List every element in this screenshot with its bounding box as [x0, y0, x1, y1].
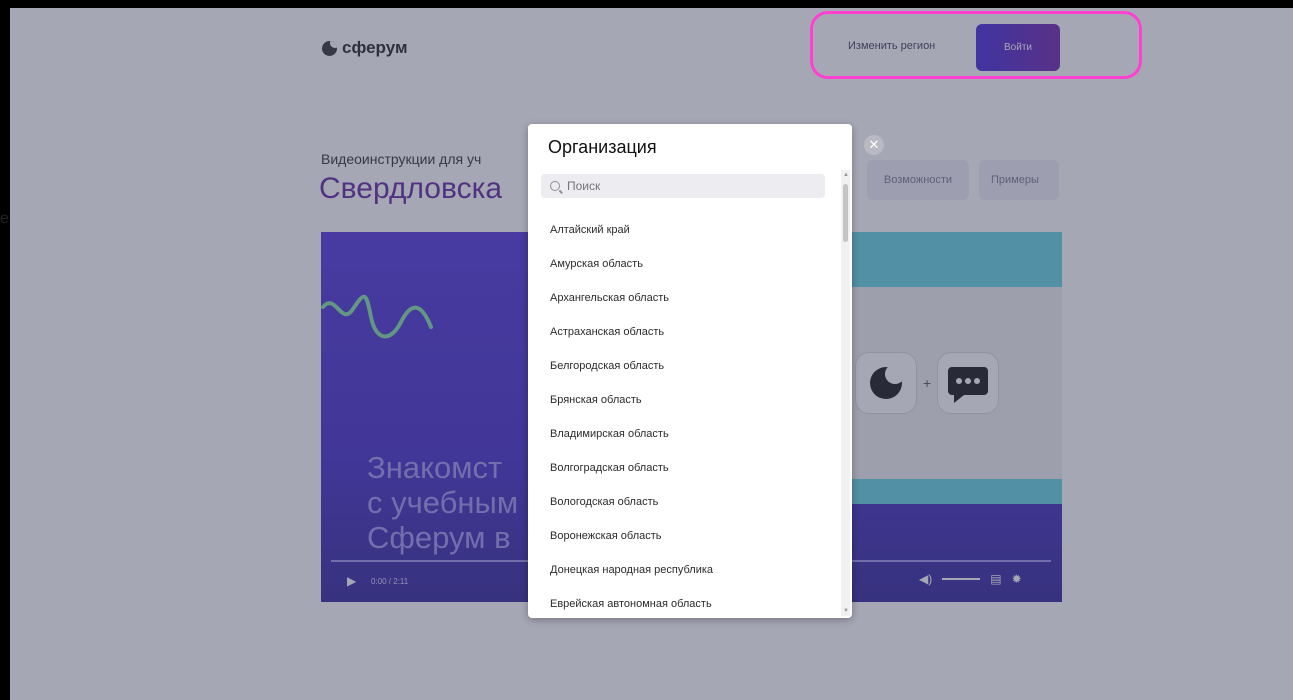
organization-modal: Организация Алтайский крайАмурская облас… [528, 124, 852, 618]
list-item[interactable]: Вологодская область [528, 486, 840, 520]
search-box[interactable] [541, 174, 825, 198]
close-icon[interactable]: ✕ [864, 135, 884, 155]
list-item[interactable]: Амурская область [528, 248, 840, 282]
region-list: Алтайский край Амурская область Архангельс… [528, 214, 840, 618]
scroll-thumb[interactable] [843, 184, 848, 242]
search-input[interactable] [567, 179, 807, 193]
search-icon [550, 181, 560, 191]
list-item[interactable]: Владимирская область [528, 418, 840, 452]
list-item[interactable]: Воронежская область [528, 520, 840, 554]
list-item[interactable]: Белгородская область [528, 350, 840, 384]
stray-text: е [0, 210, 9, 227]
modal-title: Организация [548, 137, 657, 157]
browser-viewport: сферум Изменить регион Войти Видеоинстру… [10, 8, 1293, 700]
list-item[interactable]: Алтайский край [528, 214, 840, 248]
list-item[interactable]: Архангельская область [528, 282, 840, 316]
list-item[interactable]: Волгоградская область [528, 452, 840, 486]
list-item[interactable]: Брянская область [528, 384, 840, 418]
list-item[interactable]: Астраханская область [528, 316, 840, 350]
list-item[interactable]: Донецкая народная республика [528, 554, 840, 588]
scroll-down-icon[interactable]: ▼ [843, 608, 849, 614]
list-item[interactable]: Еврейская автономная область [528, 588, 840, 618]
list-scrollbar[interactable]: ▲ ▼ [841, 170, 850, 616]
scroll-up-icon[interactable]: ▲ [843, 172, 849, 178]
